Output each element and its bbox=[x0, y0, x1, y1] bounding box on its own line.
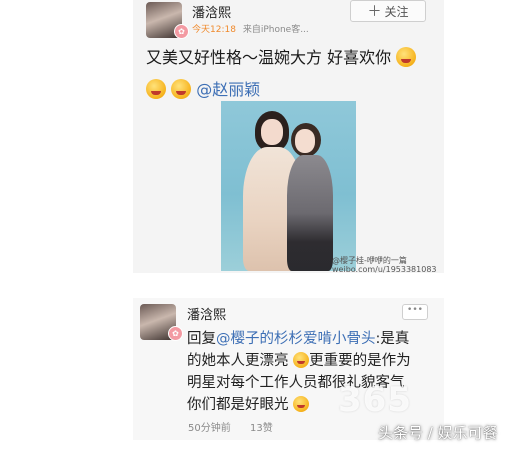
plus-icon: ＋ bbox=[367, 4, 382, 20]
post-source: 来自iPhone客... bbox=[242, 25, 309, 35]
heart-eyes-emoji-icon bbox=[171, 79, 192, 99]
source-watermark: 头条号 / 娱乐可餐 bbox=[378, 424, 498, 442]
reply-suffix: :是真 bbox=[375, 331, 410, 347]
reply-time: 50分钟前 bbox=[188, 423, 231, 434]
photo-figure bbox=[287, 155, 333, 271]
post-photo[interactable] bbox=[221, 101, 356, 271]
reply-line-2: 的她本人更漂亮 更重要的是作为 bbox=[187, 349, 411, 370]
post-meta: 今天12:18 来自iPhone客... bbox=[192, 22, 309, 35]
follow-label: 关注 bbox=[384, 5, 409, 19]
reply-prefix: 回复 bbox=[187, 331, 216, 347]
smile-emoji-icon bbox=[293, 352, 310, 368]
photo-figure bbox=[295, 129, 315, 153]
verified-badge-icon: ✿ bbox=[168, 326, 183, 341]
reply-text: 更重要的是作为 bbox=[309, 353, 411, 369]
post-username[interactable]: 潘浛熙 bbox=[192, 2, 231, 21]
verified-badge-icon: ✿ bbox=[174, 24, 189, 39]
reply-line-4: 你们都是好眼光 bbox=[187, 393, 310, 414]
smile-emoji-icon bbox=[293, 396, 310, 412]
heart-eyes-emoji-icon bbox=[146, 79, 166, 99]
heart-eyes-emoji-icon bbox=[396, 47, 417, 67]
more-options-button[interactable]: ••• bbox=[402, 304, 428, 320]
post-text: 又美又好性格～温婉大方 好喜欢你 bbox=[146, 44, 417, 68]
post-text-line1: 又美又好性格～温婉大方 好喜欢你 bbox=[146, 48, 392, 67]
mention-link[interactable]: @赵丽颖 bbox=[196, 80, 260, 99]
post-time: 今天12:18 bbox=[192, 25, 236, 35]
reply-text: 的她本人更漂亮 bbox=[187, 353, 289, 369]
follow-button[interactable]: ＋关注 bbox=[350, 0, 426, 22]
reply-line-1: 回复@樱子的杉杉爱啃小骨头:是真 bbox=[187, 327, 409, 348]
reply-username[interactable]: 潘浛熙 bbox=[187, 304, 226, 323]
reply-likes[interactable]: 13赞 bbox=[250, 419, 273, 434]
reply-mention-link[interactable]: @樱子的杉杉爱啃小骨头 bbox=[216, 331, 376, 347]
site-logo-watermark: 365 bbox=[338, 380, 412, 420]
reply-text: 你们都是好眼光 bbox=[187, 397, 289, 413]
photo-figure bbox=[261, 119, 283, 145]
post-mention-row: @赵丽颖 bbox=[146, 76, 260, 100]
photo-watermark-url: weibo.com/u/1953381083 bbox=[332, 265, 437, 274]
